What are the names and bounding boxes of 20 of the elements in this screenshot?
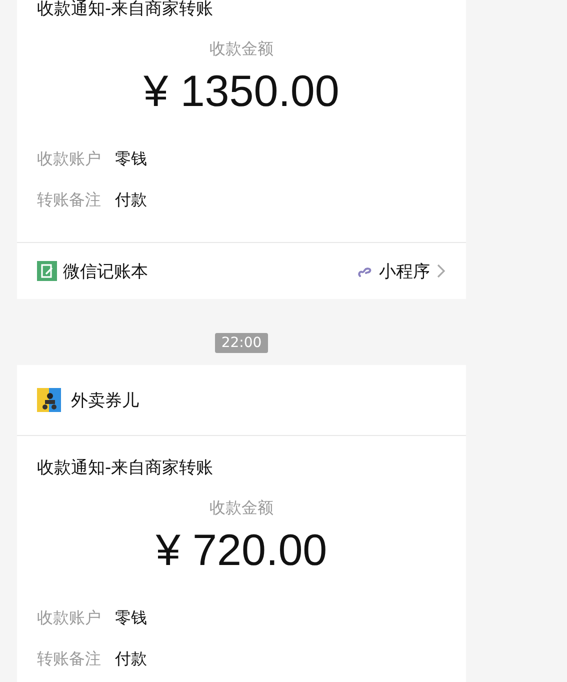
field-label: 转账备注	[37, 189, 101, 211]
field-value: 零钱	[115, 148, 147, 170]
field-value: 付款	[115, 648, 147, 670]
amount: ¥ 720.00	[154, 525, 328, 577]
field-label: 收款账户	[37, 607, 101, 629]
ledger-icon	[37, 261, 57, 281]
field-value: 付款	[115, 189, 147, 211]
amount-label: 收款金额	[208, 498, 274, 519]
timestamp: 22:00	[215, 333, 268, 353]
chevron-icon	[436, 263, 446, 279]
field-value: 零钱	[115, 607, 147, 629]
amount-label: 收款金额	[208, 39, 274, 60]
app-name: 微信记账本	[63, 260, 148, 282]
amount: ¥ 1350.00	[142, 66, 340, 118]
field-label: 转账备注	[37, 648, 101, 670]
field-label: 收款账户	[37, 148, 101, 170]
app-name: 外卖券儿	[71, 390, 139, 412]
notice-title: 收款通知-来自商家转账	[36, 458, 214, 478]
mini-program-link[interactable]: 小程序	[357, 260, 446, 282]
app-icon	[37, 388, 61, 412]
